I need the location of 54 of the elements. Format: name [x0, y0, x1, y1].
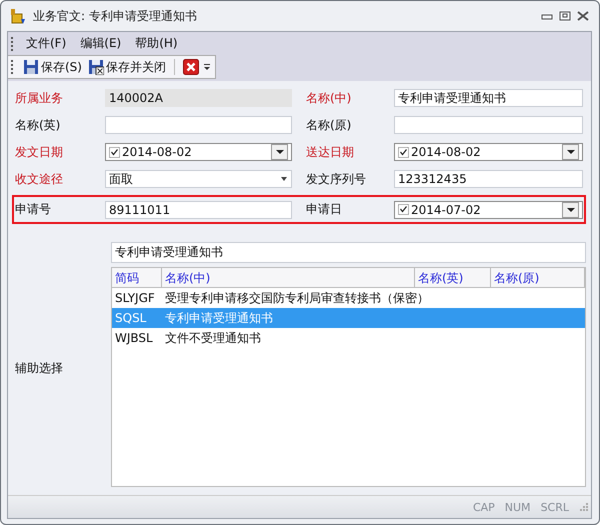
table-row[interactable]: SLYJGF 受理专利申请移交国防专利局审查转接书（保密） — [112, 288, 585, 308]
checkbox[interactable] — [398, 204, 409, 215]
input-field[interactable]: 123312435 — [394, 170, 583, 188]
save-and-close-button[interactable]: 保存并关闭 — [86, 58, 168, 76]
dropdown-arrow-icon — [566, 149, 574, 155]
field-label: 发文序列号 — [306, 170, 367, 188]
date-picker[interactable]: 2014-08-02 — [105, 143, 292, 161]
window-title: 业务官文: 专利申请受理通知书 — [33, 8, 198, 24]
column-header[interactable]: 名称(英) — [415, 268, 491, 287]
field-label: 所属业务 — [15, 90, 64, 106]
input-field[interactable]: 专利申请受理通知书 — [394, 89, 583, 107]
dropdown-button[interactable] — [562, 202, 579, 218]
column-header[interactable]: 名称(中) — [162, 268, 415, 287]
field-label: 送达日期 — [306, 144, 355, 160]
column-header[interactable]: 简码 — [112, 268, 162, 287]
column-header[interactable]: 名称(原) — [491, 268, 585, 287]
checkbox[interactable] — [109, 146, 120, 158]
search-field[interactable]: 专利申请受理通知书 — [111, 242, 586, 263]
close-icon[interactable] — [577, 11, 589, 21]
date-picker[interactable]: 2014-08-02 — [394, 143, 583, 161]
field-label: 名称(英) — [15, 116, 62, 134]
dropdown-arrow-icon — [280, 176, 288, 182]
field-label: 申请日 — [306, 201, 343, 218]
dropdown-arrow-icon — [566, 206, 574, 212]
checkbox[interactable] — [398, 146, 409, 158]
save-button[interactable]: 保存(S) — [21, 58, 84, 76]
menu-item[interactable]: 帮助(H) — [128, 35, 185, 52]
table-row[interactable]: WJBSL 文件不受理通知书 — [112, 328, 585, 348]
input-field[interactable] — [105, 116, 292, 134]
status-indicator: CAP — [472, 500, 495, 514]
maximize-icon[interactable] — [559, 11, 571, 21]
dropdown-arrow-icon — [276, 149, 284, 155]
status-indicator: NUM — [504, 500, 531, 514]
dropdown-button[interactable] — [562, 144, 579, 160]
field-label: 名称(中) — [306, 90, 352, 106]
input-field: 140002A — [105, 89, 292, 107]
dropdown-button[interactable] — [271, 144, 288, 160]
status-indicator: SCRL — [540, 500, 569, 514]
app-icon — [9, 7, 27, 25]
resize-grip-icon[interactable] — [579, 502, 589, 512]
dropdown[interactable]: 面取 — [105, 170, 292, 188]
menu-item[interactable]: 编辑(E) — [73, 35, 128, 52]
date-picker[interactable]: 2014-07-02 — [394, 200, 583, 218]
field-label: 收文途径 — [15, 170, 64, 188]
field-label: 发文日期 — [15, 144, 64, 160]
field-label: 辅助选择 — [14, 360, 64, 377]
delete-button[interactable] — [180, 58, 201, 76]
close-icon — [182, 59, 199, 75]
menu-item[interactable]: 文件(F) — [19, 35, 74, 52]
input-field[interactable] — [394, 116, 583, 134]
field-label: 申请号 — [15, 201, 52, 218]
overflow-caret-icon[interactable] — [202, 62, 211, 72]
field-label: 名称(原) — [306, 116, 352, 134]
input-field[interactable]: 89111011 — [105, 200, 292, 218]
